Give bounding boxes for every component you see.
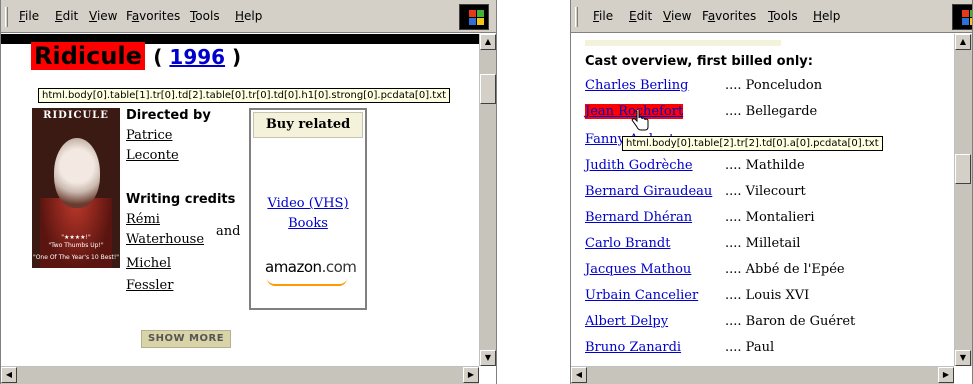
scroll-down-button[interactable]: ▼ bbox=[480, 350, 496, 366]
cast-row: Bernard Giraudeau .... Vilecourt bbox=[585, 184, 806, 204]
scroll-thumb[interactable] bbox=[955, 154, 971, 184]
horizontal-scrollbar[interactable]: ◀ ▶ bbox=[1, 366, 479, 384]
scroll-left-button[interactable]: ◀ bbox=[1, 367, 17, 383]
actor-link[interactable]: Carlo Brandt bbox=[585, 236, 670, 251]
dom-path-tooltip: html.body[0].table[2].tr[2].td[0].a[0].p… bbox=[622, 136, 883, 151]
writer2-last-link[interactable]: Fessler bbox=[126, 278, 173, 293]
directed-by-heading: Directed by bbox=[126, 108, 211, 123]
character-name: .... Montalieri bbox=[725, 210, 815, 225]
windows-logo-icon bbox=[459, 4, 489, 30]
dom-path-tooltip: html.body[0].table[1].tr[0].td[2].table[… bbox=[38, 88, 451, 103]
menu-edit[interactable]: Edit bbox=[629, 9, 652, 23]
menu-view[interactable]: View bbox=[89, 9, 117, 23]
menu-help[interactable]: Help bbox=[235, 9, 262, 23]
video-vhs-link[interactable]: Video (VHS) bbox=[251, 196, 365, 211]
menu-favorites[interactable]: Favorites bbox=[702, 9, 756, 23]
actor-link[interactable]: Albert Delpy bbox=[585, 314, 668, 329]
actor-link[interactable]: Jacques Mathou bbox=[585, 262, 691, 277]
scroll-down-button[interactable]: ▼ bbox=[955, 350, 971, 366]
movie-title: Ridicule ( 1996 ) bbox=[31, 42, 241, 70]
menu-tools[interactable]: Tools bbox=[768, 9, 798, 23]
actor-link[interactable]: Bruno Zanardi bbox=[585, 340, 681, 355]
actor-link[interactable]: Bernard Dhéran bbox=[585, 210, 692, 225]
cast-overview-heading: Cast overview, first billed only: bbox=[585, 54, 813, 69]
character-name: .... Louis XVI bbox=[725, 288, 810, 303]
director-last-link[interactable]: Leconte bbox=[126, 148, 179, 163]
character-name: .... Mathilde bbox=[725, 158, 805, 173]
writing-credits-heading: Writing credits bbox=[126, 192, 236, 207]
menu-edit[interactable]: Edit bbox=[55, 9, 78, 23]
cast-row: Bruno Zanardi .... Paul bbox=[585, 340, 774, 360]
amazon-logo[interactable]: amazon.com bbox=[265, 258, 357, 276]
buy-related-box: Buy related Video (VHS) Books amazon.com bbox=[249, 108, 367, 310]
scroll-right-button[interactable]: ▶ bbox=[463, 367, 479, 383]
scroll-up-button[interactable]: ▲ bbox=[955, 34, 971, 50]
menu-tools[interactable]: Tools bbox=[190, 9, 220, 23]
toolbar-grip[interactable] bbox=[5, 7, 8, 27]
character-name: .... Milletail bbox=[725, 236, 801, 251]
windows-logo-icon bbox=[952, 4, 972, 30]
cast-row: Albert Delpy .... Baron de Guéret bbox=[585, 314, 855, 334]
cast-row: Bernard Dhéran .... Montalieri bbox=[585, 210, 815, 230]
show-more-button[interactable]: SHOW MORE bbox=[141, 330, 231, 348]
actor-link[interactable]: Charles Berling bbox=[585, 78, 688, 93]
title-highlight[interactable]: Ridicule bbox=[31, 42, 145, 70]
scroll-right-button[interactable]: ▶ bbox=[938, 367, 954, 383]
left-browser-window: File Edit View Favorites Tools Help Ridi… bbox=[0, 0, 497, 384]
character-name: .... Abbé de l'Epée bbox=[725, 262, 845, 277]
hand-cursor-icon bbox=[631, 110, 649, 131]
books-link[interactable]: Books bbox=[251, 216, 365, 231]
character-name: .... Ponceludon bbox=[725, 78, 823, 93]
actor-link[interactable]: Urbain Cancelier bbox=[585, 288, 698, 303]
cast-row: Jacques Mathou .... Abbé de l'Epée bbox=[585, 262, 845, 282]
actor-link[interactable]: Bernard Giraudeau bbox=[585, 184, 712, 199]
menu-view[interactable]: View bbox=[663, 9, 691, 23]
and-text: and bbox=[216, 224, 241, 239]
amazon-smile-icon bbox=[267, 278, 347, 286]
menu-bar: File Edit View Favorites Tools Help bbox=[1, 0, 496, 33]
writer1-first-link[interactable]: Rémi bbox=[126, 212, 160, 227]
right-browser-window: File Edit View Favorites Tools Help Cast… bbox=[570, 0, 973, 384]
character-name: .... Vilecourt bbox=[725, 184, 806, 199]
movie-poster[interactable]: RIDICULE "★★★★!" "Two Thumbs Up!" "One O… bbox=[32, 108, 120, 268]
character-name: .... Baron de Guéret bbox=[725, 314, 856, 329]
vertical-scrollbar[interactable]: ▲ ▼ bbox=[954, 34, 972, 366]
cast-row: Charles Berling .... Ponceludon bbox=[585, 78, 822, 98]
menu-file[interactable]: File bbox=[19, 9, 39, 23]
character-name: .... Bellegarde bbox=[725, 104, 818, 119]
director-first-link[interactable]: Patrice bbox=[126, 128, 172, 143]
writer1-last-link[interactable]: Waterhouse bbox=[126, 232, 204, 247]
year-link[interactable]: 1996 bbox=[169, 45, 225, 69]
cast-row: Urbain Cancelier .... Louis XVI bbox=[585, 288, 809, 308]
writer2-first-link[interactable]: Michel bbox=[126, 256, 171, 271]
actor-link[interactable]: Judith Godrèche bbox=[585, 158, 693, 173]
toolbar-grip[interactable] bbox=[575, 7, 578, 27]
menu-favorites[interactable]: Favorites bbox=[126, 9, 180, 23]
horizontal-scrollbar[interactable]: ◀ ▶ bbox=[571, 366, 954, 384]
menu-help[interactable]: Help bbox=[813, 9, 840, 23]
vertical-scrollbar[interactable]: ▲ ▼ bbox=[479, 34, 496, 366]
scroll-left-button[interactable]: ◀ bbox=[571, 367, 587, 383]
character-name: .... Paul bbox=[725, 340, 775, 355]
scroll-thumb[interactable] bbox=[480, 74, 496, 104]
scroll-up-button[interactable]: ▲ bbox=[480, 34, 496, 50]
cast-row: Carlo Brandt .... Milletail bbox=[585, 236, 800, 256]
cast-row: Judith Godrèche .... Mathilde bbox=[585, 158, 805, 178]
menu-bar: File Edit View Favorites Tools Help bbox=[571, 0, 972, 33]
menu-file[interactable]: File bbox=[593, 9, 613, 23]
buy-related-header: Buy related bbox=[253, 112, 363, 138]
